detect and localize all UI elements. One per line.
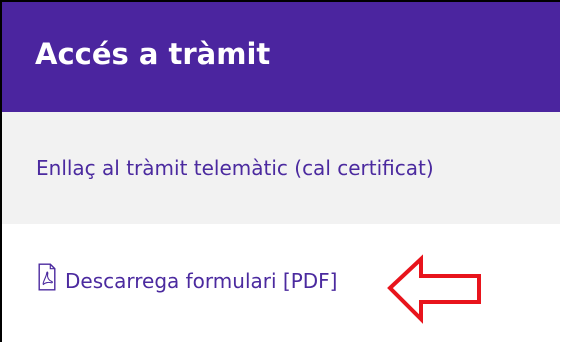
telematic-procedure-link[interactable]: Enllaç al tràmit telemàtic (cal certific… bbox=[36, 158, 434, 178]
telematic-link-row: Enllaç al tràmit telemàtic (cal certific… bbox=[2, 112, 560, 224]
panel-title: Accés a tràmit bbox=[35, 37, 271, 71]
panel-header: Accés a tràmit bbox=[2, 2, 560, 112]
left-arrow-outline-icon bbox=[387, 254, 481, 324]
download-form-link[interactable]: Descarrega formulari [PDF] bbox=[65, 271, 337, 291]
pdf-file-icon[interactable] bbox=[38, 263, 56, 291]
